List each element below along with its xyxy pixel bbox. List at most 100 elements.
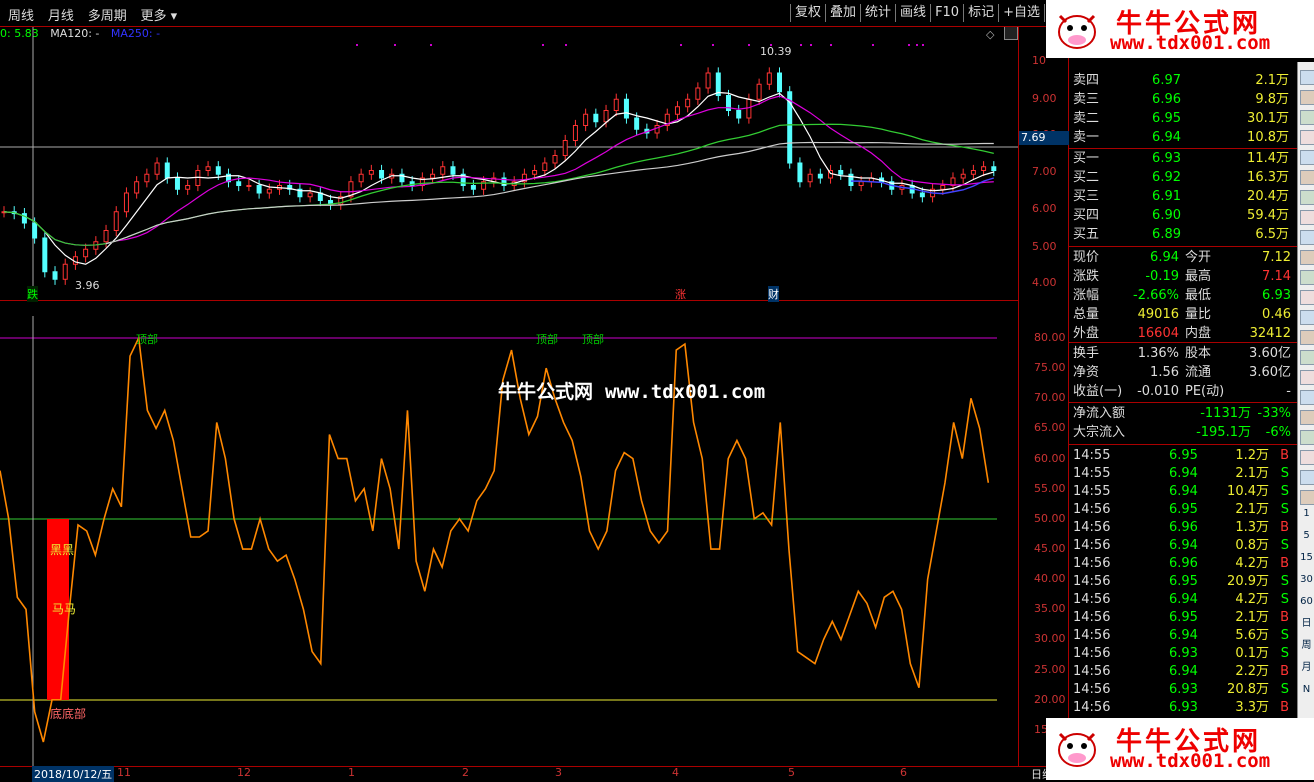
toolbar-icon[interactable]	[1300, 150, 1314, 165]
mark-button[interactable]: 标记	[963, 4, 998, 22]
tick-side: S	[1280, 682, 1289, 697]
toolbar-icon[interactable]	[1300, 170, 1314, 185]
toolbar-icon[interactable]	[1300, 250, 1314, 265]
candle-body	[123, 192, 129, 213]
quote-value: -0.010	[1137, 384, 1179, 399]
candle-body	[205, 166, 211, 171]
candle-body	[991, 166, 997, 171]
period-shortcut[interactable]: 5	[1300, 529, 1313, 542]
watermark-bottom: 牛牛公式网 www.tdx001.com	[1046, 718, 1314, 780]
sell-order-row[interactable]: 卖四 6.97 2.1万	[1071, 72, 1297, 90]
quote-value: 1.36%	[1137, 346, 1179, 361]
period-shortcut[interactable]: N	[1300, 683, 1313, 696]
buy-order-row[interactable]: 买五 6.89 6.5万	[1071, 226, 1297, 244]
signal-dot	[542, 44, 544, 46]
buy-order-row[interactable]: 买三 6.91 20.4万	[1071, 188, 1297, 206]
tick-time: 14:56	[1073, 628, 1111, 643]
candle-body	[623, 98, 629, 119]
price-tick: 10	[1032, 54, 1046, 67]
osc-tick: 55.00	[1034, 482, 1066, 495]
tab-week[interactable]: 周线	[8, 5, 34, 24]
candle-body	[685, 98, 691, 108]
quote-row: 外盘 16604 内盘 32412	[1071, 325, 1297, 343]
top-label: 顶部	[582, 333, 604, 346]
period-shortcut[interactable]: 15	[1300, 551, 1313, 564]
buy-order-row[interactable]: 买二 6.92 16.3万	[1071, 169, 1297, 187]
toolbar-icon[interactable]	[1300, 290, 1314, 305]
candle-body	[307, 192, 313, 198]
restore-rights-button[interactable]: 复权	[790, 4, 825, 22]
quote-value: 6.94	[1150, 250, 1179, 265]
toolbar-icon[interactable]	[1300, 350, 1314, 365]
price-chart[interactable]	[0, 27, 1018, 300]
period-shortcut[interactable]: 1	[1300, 507, 1313, 520]
toolbar-icon[interactable]	[1300, 70, 1314, 85]
toolbar-icon[interactable]	[1300, 210, 1314, 225]
tick-side: S	[1280, 574, 1289, 589]
tab-multi-period[interactable]: 多周期	[88, 5, 127, 24]
statistics-button[interactable]: 统计	[860, 4, 895, 22]
row-label: 卖二	[1073, 111, 1100, 126]
add-favorite-button[interactable]: +自选	[998, 4, 1044, 22]
candle-body	[960, 173, 966, 179]
candle-body	[144, 173, 150, 183]
toolbar-icon[interactable]	[1300, 310, 1314, 325]
f10-button[interactable]: F10	[930, 4, 963, 22]
period-shortcut[interactable]: 周	[1300, 639, 1313, 652]
tab-more[interactable]: 更多 ▾	[141, 5, 178, 24]
tick-time: 14:56	[1073, 502, 1111, 517]
tick-volume: 2.1万	[1235, 502, 1269, 517]
row-label: 买二	[1073, 170, 1100, 185]
draw-line-button[interactable]: 画线	[895, 4, 930, 22]
quote-row: 现价 6.94 今开 7.12	[1071, 249, 1297, 267]
sell-order-row[interactable]: 卖三 6.96 9.8万	[1071, 91, 1297, 109]
cow-logo-icon	[1058, 14, 1096, 49]
tab-month[interactable]: 月线	[48, 5, 74, 24]
tick-volume: 2.1万	[1235, 466, 1269, 481]
toolbar-icon[interactable]	[1300, 90, 1314, 105]
row-label: 卖一	[1073, 130, 1100, 145]
sell-order-row[interactable]: 卖一 6.94 10.8万	[1071, 129, 1297, 147]
candle-body	[970, 170, 976, 175]
toolbar-icon[interactable]	[1300, 490, 1314, 505]
toolbar-icon[interactable]	[1300, 110, 1314, 125]
sell-order-row[interactable]: 卖二 6.95 30.1万	[1071, 110, 1297, 128]
toolbar-icon[interactable]	[1300, 270, 1314, 285]
period-shortcut[interactable]: 日	[1300, 617, 1313, 630]
tag-zhang: 涨	[675, 288, 686, 301]
period-shortcut[interactable]: 30	[1300, 573, 1313, 586]
period-shortcut[interactable]: 月	[1300, 661, 1313, 674]
row-volume: 9.8万	[1255, 92, 1289, 107]
toolbar-icon[interactable]	[1300, 370, 1314, 385]
candle-body	[572, 125, 578, 141]
toolbar-icon[interactable]	[1300, 130, 1314, 145]
period-shortcut[interactable]: 60	[1300, 595, 1313, 608]
toolbar-icon[interactable]	[1300, 410, 1314, 425]
toolbar-icon[interactable]	[1300, 430, 1314, 445]
tick-time: 14:56	[1073, 646, 1111, 661]
overlay-button[interactable]: 叠加	[825, 4, 860, 22]
stats-row: 净资 1.56 流通 3.60亿	[1071, 364, 1297, 382]
toolbar-icon[interactable]	[1300, 190, 1314, 205]
price-tick: 4.00	[1032, 276, 1057, 289]
buy-order-row[interactable]: 买四 6.90 59.4万	[1071, 207, 1297, 225]
month-tick: 4	[672, 766, 679, 779]
candle-body	[654, 125, 660, 134]
tick-side: S	[1280, 502, 1289, 517]
toolbar-icon[interactable]	[1300, 450, 1314, 465]
price-tick: 9.00	[1032, 92, 1057, 105]
quote-label: 最高	[1185, 269, 1212, 284]
toolbar-icon[interactable]	[1300, 470, 1314, 485]
trade-tick-row: 14:56 6.94 4.2万 S	[1071, 591, 1297, 609]
tick-side: B	[1280, 610, 1289, 625]
toolbar-icon[interactable]	[1300, 390, 1314, 405]
trade-tick-row: 14:56 6.96 1.3万 B	[1071, 519, 1297, 537]
candle-body	[695, 87, 701, 100]
signal-dot	[830, 44, 832, 46]
quote-row: 总量 49016 量比 0.46	[1071, 306, 1297, 324]
quote-label: 收益(一)	[1073, 384, 1123, 399]
toolbar-icon[interactable]	[1300, 330, 1314, 345]
buy-order-row[interactable]: 买一 6.93 11.4万	[1071, 150, 1297, 168]
toolbar-icon[interactable]	[1300, 230, 1314, 245]
oscillator-chart[interactable]	[0, 301, 1018, 766]
